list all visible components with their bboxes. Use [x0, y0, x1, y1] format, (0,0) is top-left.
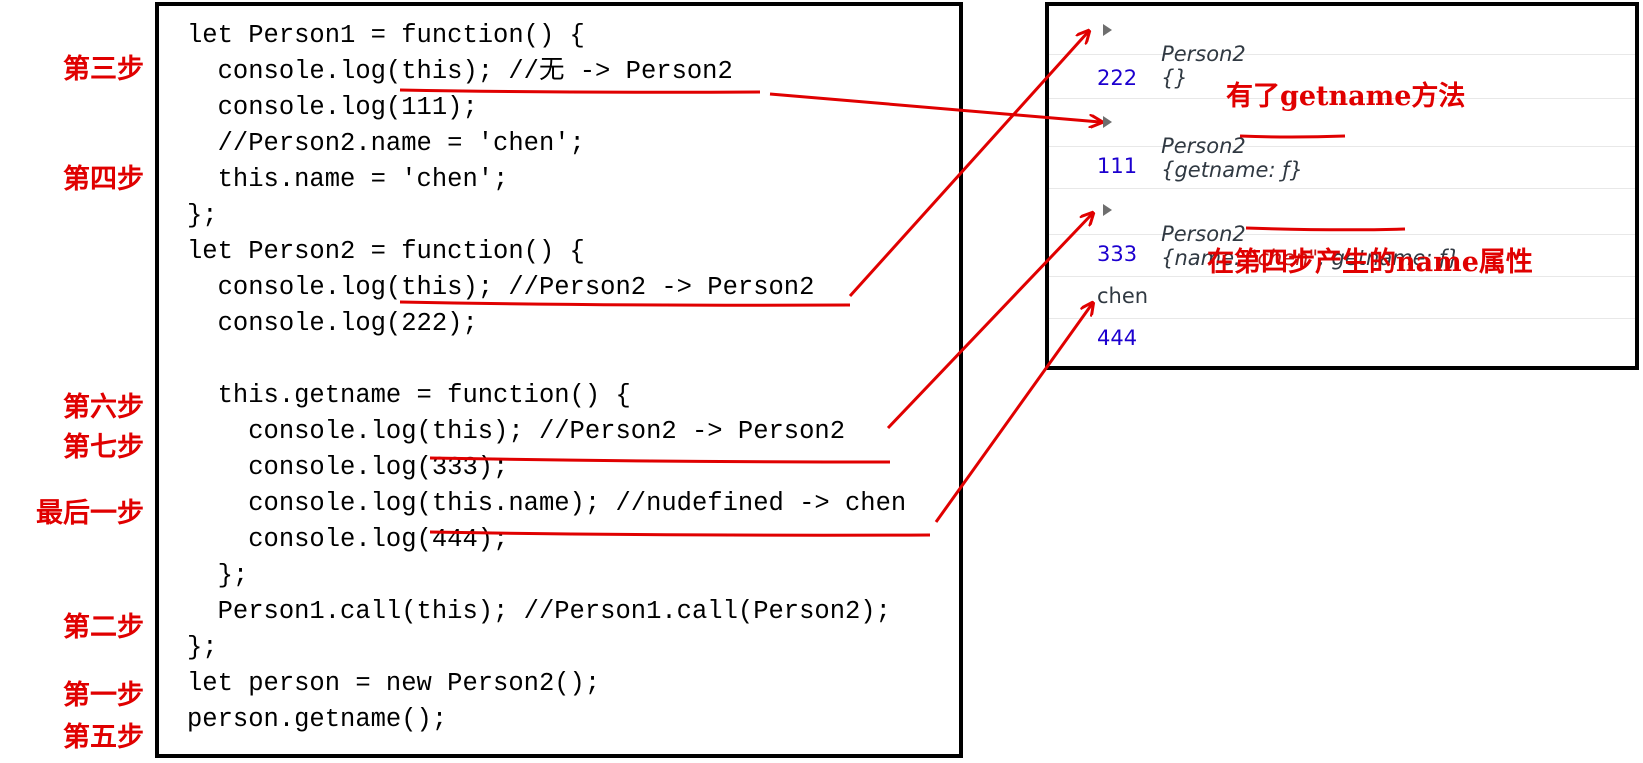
arrow-thisname-to-chen — [934, 304, 1092, 523]
underline-this-name — [429, 530, 931, 537]
arrow-getname-to-console — [886, 214, 1092, 430]
arrow-step3-to-console — [769, 92, 1100, 122]
underline-getname-this — [429, 456, 891, 464]
underline-step3-this — [399, 88, 761, 94]
underline-person2-this — [399, 300, 851, 307]
underline-console-name-chen — [1245, 226, 1406, 232]
annotation-overlay — [399, 0, 1406, 537]
underline-console-getname — [1239, 134, 1346, 139]
